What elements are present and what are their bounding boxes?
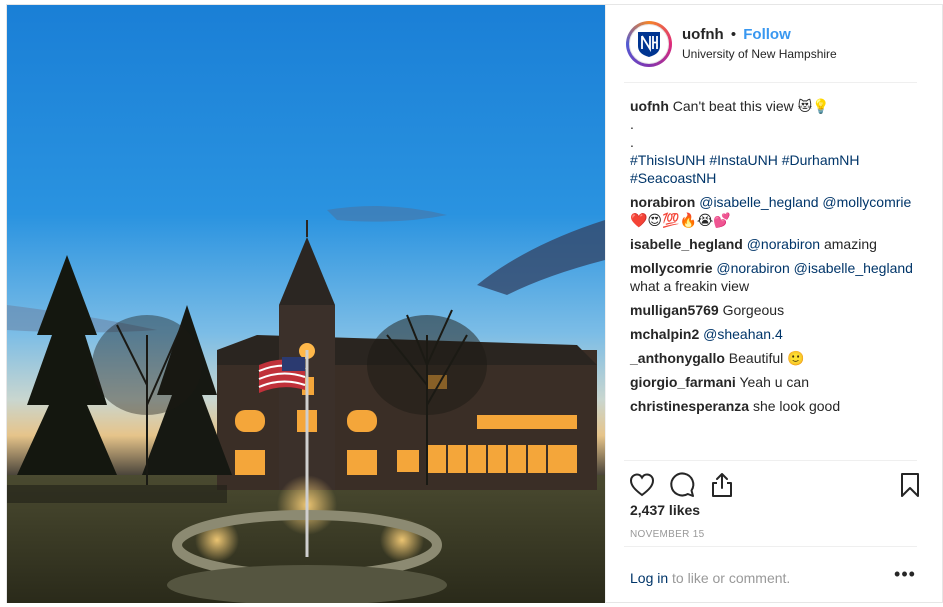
comment-text: ❤️😍💯🔥😭💕 [630,212,731,228]
comment-username[interactable]: mollycomrie [630,260,712,276]
location-link[interactable]: University of New Hampshire [682,47,837,61]
post-side-panel: uofnh • Follow University of New Hampshi… [605,5,943,603]
comments-list: uofnh Can't beat this view 😻💡 . . #ThisI… [630,97,922,421]
follow-button[interactable]: Follow [743,26,791,43]
login-link[interactable]: Log in [630,570,668,586]
comment-text: amazing [823,236,877,252]
comment-item: christinesperanza she look good [630,397,922,415]
comment-text: Gorgeous [722,302,785,318]
comment-item: mulligan5769 Gorgeous [630,301,922,319]
comment-item: isabelle_hegland @norabiron amazing [630,235,922,253]
avatar-story-ring[interactable] [626,21,672,67]
post-photo[interactable] [7,5,605,603]
share-button[interactable] [708,471,736,499]
comment-item: _anthonygallo Beautiful 🙂 [630,349,922,367]
like-button[interactable] [628,471,656,499]
comment-mentions[interactable]: @sheahan.4 [703,326,783,342]
header-username[interactable]: uofnh [682,26,724,43]
caption-username[interactable]: uofnh [630,98,669,114]
likes-count[interactable]: 2,437 likes [630,502,700,518]
caption-dot-1: . [630,116,634,132]
post-photo-graphic [7,5,605,603]
comment-username[interactable]: mulligan5769 [630,302,719,318]
comment-button[interactable] [668,471,696,499]
comment-mentions[interactable]: @norabiron [747,236,820,252]
caption: uofnh Can't beat this view 😻💡 . . #ThisI… [630,97,922,187]
caption-text: Can't beat this view 😻💡 [672,98,830,114]
login-prompt: Log in to like or comment. [630,570,790,586]
comment-username[interactable]: christinesperanza [630,398,749,414]
comment-mentions[interactable]: @norabiron @isabelle_hegland [716,260,913,276]
action-bar [624,460,919,504]
speech-bubble-icon [670,472,695,497]
comment-text: what a freakin view [630,278,750,294]
unh-logo-icon [638,32,660,57]
comment-text: she look good [752,398,841,414]
share-icon [712,473,732,497]
comment-username[interactable]: giorgio_farmani [630,374,736,390]
caption-dot-2: . [630,134,634,150]
comment-item: giorgio_farmani Yeah u can [630,373,922,391]
bookmark-icon [901,473,919,497]
comment-text: Yeah u can [739,374,809,390]
instagram-post: uofnh • Follow University of New Hampshi… [6,4,943,603]
comment-username[interactable]: _anthonygallo [630,350,725,366]
comment-item: mollycomrie @norabiron @isabelle_hegland… [630,259,922,295]
comment-item: mchalpin2 @sheahan.4 [630,325,922,343]
login-bar: Log in to like or comment. ••• [624,546,917,602]
caption-hashtags-1[interactable]: #ThisIsUNH #InstaUNH #DurhamNH [630,151,922,169]
header-username-row: uofnh • Follow [682,26,791,43]
comment-username[interactable]: isabelle_hegland [630,236,743,252]
comment-item: norabiron @isabelle_hegland @mollycomrie… [630,193,922,229]
comment-username[interactable]: norabiron [630,194,695,210]
avatar[interactable] [629,24,669,64]
header-separator: • [730,26,737,43]
post-date[interactable]: NOVEMBER 15 [630,529,704,540]
caption-hashtags-2[interactable]: #SeacoastNH [630,169,922,187]
heart-icon [629,473,655,497]
login-rest-text: to like or comment. [668,570,791,586]
comment-text: Beautiful 🙂 [728,350,805,366]
post-header: uofnh • Follow University of New Hampshi… [624,19,917,83]
save-button[interactable] [896,471,924,499]
comment-mentions[interactable]: @isabelle_hegland @mollycomrie [699,194,911,210]
more-options-icon[interactable]: ••• [893,565,917,587]
comment-username[interactable]: mchalpin2 [630,326,699,342]
